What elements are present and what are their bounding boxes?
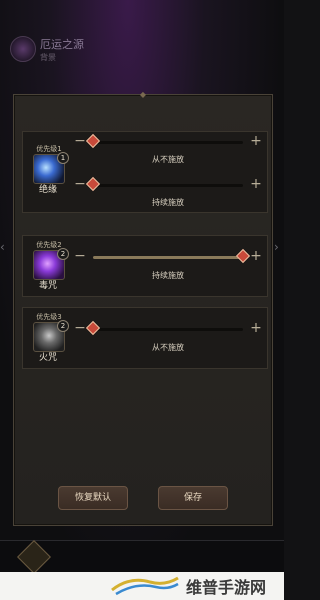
- increase-button[interactable]: +: [249, 177, 263, 192]
- cast-mode-label: 持续施放: [152, 271, 184, 280]
- skill-slot[interactable]: 优先级1 1 绝缘: [27, 144, 69, 196]
- menu-emblem-icon[interactable]: [17, 540, 51, 574]
- skill-count-badge: 2: [57, 320, 69, 332]
- right-arrow-icon[interactable]: ›: [274, 240, 284, 300]
- cast-mode-label: 持续施放: [152, 198, 184, 207]
- increase-button[interactable]: +: [249, 249, 263, 264]
- watermark-bar: 维普手游网: [0, 572, 284, 600]
- skill-priority-panel: ◆ 优先级1 1 绝缘 − + 从不施放 − + 持续施放 优先级2 2 毒咒 …: [13, 90, 273, 526]
- skill-row-1: 优先级1 1 绝缘 − + 从不施放 − + 持续施放: [22, 131, 268, 213]
- slider-knob[interactable]: [235, 248, 251, 264]
- header-subtitle: 背景: [40, 53, 56, 62]
- skill-slot[interactable]: 优先级3 2 火咒: [27, 312, 69, 364]
- slider-track[interactable]: [85, 176, 243, 192]
- skill-row-3: 优先级3 2 火咒 − + 从不施放: [22, 307, 268, 369]
- skill-count-badge: 2: [57, 248, 69, 260]
- ornament-icon: ◆: [139, 90, 147, 99]
- cast-mode-label: 从不施放: [152, 155, 184, 164]
- skill-count-badge: 1: [57, 152, 69, 164]
- save-button[interactable]: 保存: [158, 486, 228, 510]
- watermark-text: 维普手游网: [186, 578, 267, 597]
- slider-knob[interactable]: [85, 176, 101, 192]
- slider-track[interactable]: [85, 133, 243, 149]
- skill-name: 毒咒: [38, 281, 57, 291]
- skill-name: 火咒: [38, 353, 57, 363]
- skill-slot[interactable]: 优先级2 2 毒咒: [27, 240, 69, 292]
- guild-emblem-icon: [10, 36, 36, 62]
- left-arrow-icon[interactable]: ‹: [0, 240, 10, 300]
- cast-slider[interactable]: − +: [73, 248, 263, 264]
- top-header: 厄运之源 背景: [0, 30, 284, 70]
- cast-mode-label: 从不施放: [152, 343, 184, 352]
- cast-slider[interactable]: − +: [73, 133, 263, 149]
- decrease-button[interactable]: −: [73, 249, 87, 264]
- skill-name: 绝缘: [38, 185, 57, 195]
- bottom-nav: [0, 540, 284, 574]
- cast-slider[interactable]: − +: [73, 176, 263, 192]
- slider-knob[interactable]: [85, 320, 101, 336]
- cast-slider[interactable]: − +: [73, 320, 263, 336]
- slider-track[interactable]: [93, 248, 251, 264]
- slider-knob[interactable]: [85, 133, 101, 149]
- slider-track[interactable]: [85, 320, 243, 336]
- decrease-button[interactable]: −: [73, 134, 87, 149]
- reset-default-button[interactable]: 恢复默认: [58, 486, 128, 510]
- increase-button[interactable]: +: [249, 321, 263, 336]
- skill-row-2: 优先级2 2 毒咒 − + 持续施放: [22, 235, 268, 297]
- watermark-logo-icon: [111, 576, 179, 596]
- decrease-button[interactable]: −: [73, 177, 87, 192]
- decrease-button[interactable]: −: [73, 321, 87, 336]
- increase-button[interactable]: +: [249, 134, 263, 149]
- header-title: 厄运之源: [40, 38, 84, 51]
- slider-fill: [93, 256, 243, 259]
